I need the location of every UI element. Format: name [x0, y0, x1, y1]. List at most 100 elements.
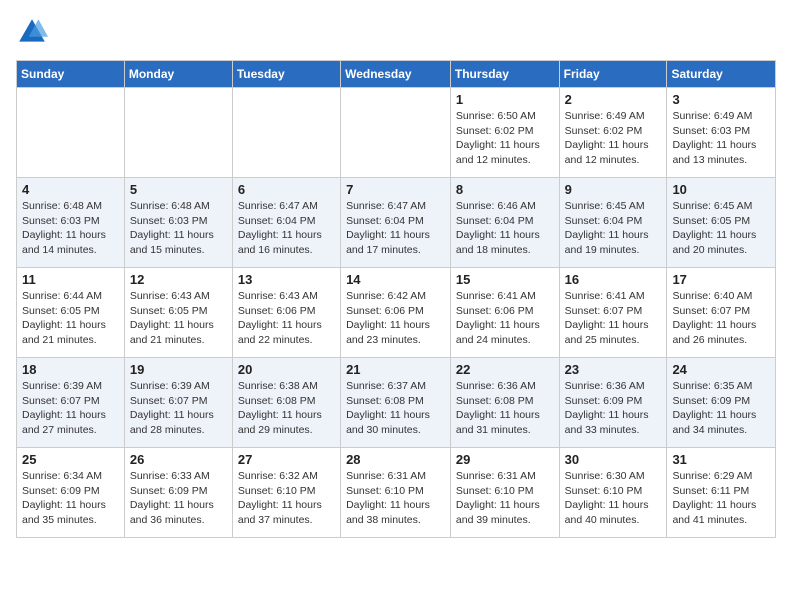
- calendar-cell: 25 Sunrise: 6:34 AMSunset: 6:09 PMDayligh…: [17, 448, 125, 538]
- calendar-cell: 2 Sunrise: 6:49 AMSunset: 6:02 PMDaylight…: [559, 88, 667, 178]
- calendar-week-row: 1 Sunrise: 6:50 AMSunset: 6:02 PMDaylight…: [17, 88, 776, 178]
- day-info: Sunrise: 6:33 AMSunset: 6:09 PMDaylight:…: [130, 469, 227, 528]
- calendar-cell: 1 Sunrise: 6:50 AMSunset: 6:02 PMDaylight…: [450, 88, 559, 178]
- day-number: 24: [672, 362, 770, 377]
- day-number: 30: [565, 452, 662, 467]
- day-number: 2: [565, 92, 662, 107]
- day-info: Sunrise: 6:31 AMSunset: 6:10 PMDaylight:…: [346, 469, 445, 528]
- page-header: [16, 16, 776, 48]
- calendar-cell: [124, 88, 232, 178]
- calendar-cell: 10 Sunrise: 6:45 AMSunset: 6:05 PMDayligh…: [667, 178, 776, 268]
- day-info: Sunrise: 6:35 AMSunset: 6:09 PMDaylight:…: [672, 379, 770, 438]
- calendar-cell: 24 Sunrise: 6:35 AMSunset: 6:09 PMDayligh…: [667, 358, 776, 448]
- day-number: 8: [456, 182, 554, 197]
- logo-icon: [16, 16, 48, 48]
- calendar-cell: 14 Sunrise: 6:42 AMSunset: 6:06 PMDayligh…: [341, 268, 451, 358]
- calendar-cell: 6 Sunrise: 6:47 AMSunset: 6:04 PMDaylight…: [232, 178, 340, 268]
- day-info: Sunrise: 6:43 AMSunset: 6:06 PMDaylight:…: [238, 289, 335, 348]
- day-info: Sunrise: 6:47 AMSunset: 6:04 PMDaylight:…: [238, 199, 335, 258]
- day-info: Sunrise: 6:31 AMSunset: 6:10 PMDaylight:…: [456, 469, 554, 528]
- day-info: Sunrise: 6:34 AMSunset: 6:09 PMDaylight:…: [22, 469, 119, 528]
- calendar-cell: 13Sunrise: 6:43 AMSunset: 6:06 PMDayligh…: [232, 268, 340, 358]
- day-info: Sunrise: 6:46 AMSunset: 6:04 PMDaylight:…: [456, 199, 554, 258]
- day-info: Sunrise: 6:45 AMSunset: 6:05 PMDaylight:…: [672, 199, 770, 258]
- day-info: Sunrise: 6:47 AMSunset: 6:04 PMDaylight:…: [346, 199, 445, 258]
- day-number: 17: [672, 272, 770, 287]
- day-info: Sunrise: 6:42 AMSunset: 6:06 PMDaylight:…: [346, 289, 445, 348]
- day-number: 25: [22, 452, 119, 467]
- calendar-cell: 19 Sunrise: 6:39 AMSunset: 6:07 PMDayligh…: [124, 358, 232, 448]
- day-number: 16: [565, 272, 662, 287]
- calendar-cell: 15 Sunrise: 6:41 AMSunset: 6:06 PMDayligh…: [450, 268, 559, 358]
- calendar-cell: 11 Sunrise: 6:44 AMSunset: 6:05 PMDayligh…: [17, 268, 125, 358]
- day-number: 31: [672, 452, 770, 467]
- day-info: Sunrise: 6:50 AMSunset: 6:02 PMDaylight:…: [456, 109, 554, 168]
- day-number: 14: [346, 272, 445, 287]
- day-number: 9: [565, 182, 662, 197]
- calendar-cell: 26 Sunrise: 6:33 AMSunset: 6:09 PMDayligh…: [124, 448, 232, 538]
- day-info: Sunrise: 6:45 AMSunset: 6:04 PMDaylight:…: [565, 199, 662, 258]
- calendar-week-row: 11 Sunrise: 6:44 AMSunset: 6:05 PMDayligh…: [17, 268, 776, 358]
- weekday-header: Saturday: [667, 61, 776, 88]
- day-info: Sunrise: 6:41 AMSunset: 6:07 PMDaylight:…: [565, 289, 662, 348]
- day-info: Sunrise: 6:36 AMSunset: 6:09 PMDaylight:…: [565, 379, 662, 438]
- calendar-cell: [232, 88, 340, 178]
- calendar-cell: 17Sunrise: 6:40 AMSunset: 6:07 PMDayligh…: [667, 268, 776, 358]
- day-number: 3: [672, 92, 770, 107]
- weekday-header: Wednesday: [341, 61, 451, 88]
- calendar-cell: 5 Sunrise: 6:48 AMSunset: 6:03 PMDaylight…: [124, 178, 232, 268]
- calendar-cell: 8 Sunrise: 6:46 AMSunset: 6:04 PMDaylight…: [450, 178, 559, 268]
- day-info: Sunrise: 6:48 AMSunset: 6:03 PMDaylight:…: [22, 199, 119, 258]
- weekday-header: Friday: [559, 61, 667, 88]
- day-info: Sunrise: 6:43 AMSunset: 6:05 PMDaylight:…: [130, 289, 227, 348]
- day-number: 26: [130, 452, 227, 467]
- calendar-table: SundayMondayTuesdayWednesdayThursdayFrid…: [16, 60, 776, 538]
- day-info: Sunrise: 6:38 AMSunset: 6:08 PMDaylight:…: [238, 379, 335, 438]
- calendar-cell: 27Sunrise: 6:32 AMSunset: 6:10 PMDayligh…: [232, 448, 340, 538]
- day-number: 21: [346, 362, 445, 377]
- weekday-header: Thursday: [450, 61, 559, 88]
- calendar-cell: 3 Sunrise: 6:49 AMSunset: 6:03 PMDaylight…: [667, 88, 776, 178]
- day-info: Sunrise: 6:41 AMSunset: 6:06 PMDaylight:…: [456, 289, 554, 348]
- day-number: 12: [130, 272, 227, 287]
- day-number: 15: [456, 272, 554, 287]
- calendar-cell: 4 Sunrise: 6:48 AMSunset: 6:03 PMDaylight…: [17, 178, 125, 268]
- logo: [16, 16, 52, 48]
- day-info: Sunrise: 6:37 AMSunset: 6:08 PMDaylight:…: [346, 379, 445, 438]
- day-number: 27: [238, 452, 335, 467]
- day-info: Sunrise: 6:49 AMSunset: 6:02 PMDaylight:…: [565, 109, 662, 168]
- calendar-cell: [341, 88, 451, 178]
- day-number: 10: [672, 182, 770, 197]
- calendar-cell: 28Sunrise: 6:31 AMSunset: 6:10 PMDayligh…: [341, 448, 451, 538]
- day-number: 11: [22, 272, 119, 287]
- day-number: 4: [22, 182, 119, 197]
- day-info: Sunrise: 6:29 AMSunset: 6:11 PMDaylight:…: [672, 469, 770, 528]
- calendar-cell: [17, 88, 125, 178]
- day-number: 6: [238, 182, 335, 197]
- day-info: Sunrise: 6:48 AMSunset: 6:03 PMDaylight:…: [130, 199, 227, 258]
- calendar-cell: 9 Sunrise: 6:45 AMSunset: 6:04 PMDaylight…: [559, 178, 667, 268]
- weekday-header-row: SundayMondayTuesdayWednesdayThursdayFrid…: [17, 61, 776, 88]
- day-info: Sunrise: 6:39 AMSunset: 6:07 PMDaylight:…: [130, 379, 227, 438]
- calendar-cell: 23 Sunrise: 6:36 AMSunset: 6:09 PMDayligh…: [559, 358, 667, 448]
- weekday-header: Sunday: [17, 61, 125, 88]
- day-number: 19: [130, 362, 227, 377]
- day-info: Sunrise: 6:30 AMSunset: 6:10 PMDaylight:…: [565, 469, 662, 528]
- day-info: Sunrise: 6:49 AMSunset: 6:03 PMDaylight:…: [672, 109, 770, 168]
- day-info: Sunrise: 6:44 AMSunset: 6:05 PMDaylight:…: [22, 289, 119, 348]
- calendar-cell: 30 Sunrise: 6:30 AMSunset: 6:10 PMDayligh…: [559, 448, 667, 538]
- day-number: 1: [456, 92, 554, 107]
- day-number: 23: [565, 362, 662, 377]
- calendar-cell: 12 Sunrise: 6:43 AMSunset: 6:05 PMDayligh…: [124, 268, 232, 358]
- day-number: 22: [456, 362, 554, 377]
- calendar-cell: 29Sunrise: 6:31 AMSunset: 6:10 PMDayligh…: [450, 448, 559, 538]
- day-number: 7: [346, 182, 445, 197]
- day-number: 18: [22, 362, 119, 377]
- day-number: 20: [238, 362, 335, 377]
- calendar-cell: 7 Sunrise: 6:47 AMSunset: 6:04 PMDaylight…: [341, 178, 451, 268]
- day-number: 5: [130, 182, 227, 197]
- calendar-week-row: 18 Sunrise: 6:39 AMSunset: 6:07 PMDayligh…: [17, 358, 776, 448]
- calendar-week-row: 25 Sunrise: 6:34 AMSunset: 6:09 PMDayligh…: [17, 448, 776, 538]
- day-info: Sunrise: 6:36 AMSunset: 6:08 PMDaylight:…: [456, 379, 554, 438]
- calendar-cell: 18Sunrise: 6:39 AMSunset: 6:07 PMDayligh…: [17, 358, 125, 448]
